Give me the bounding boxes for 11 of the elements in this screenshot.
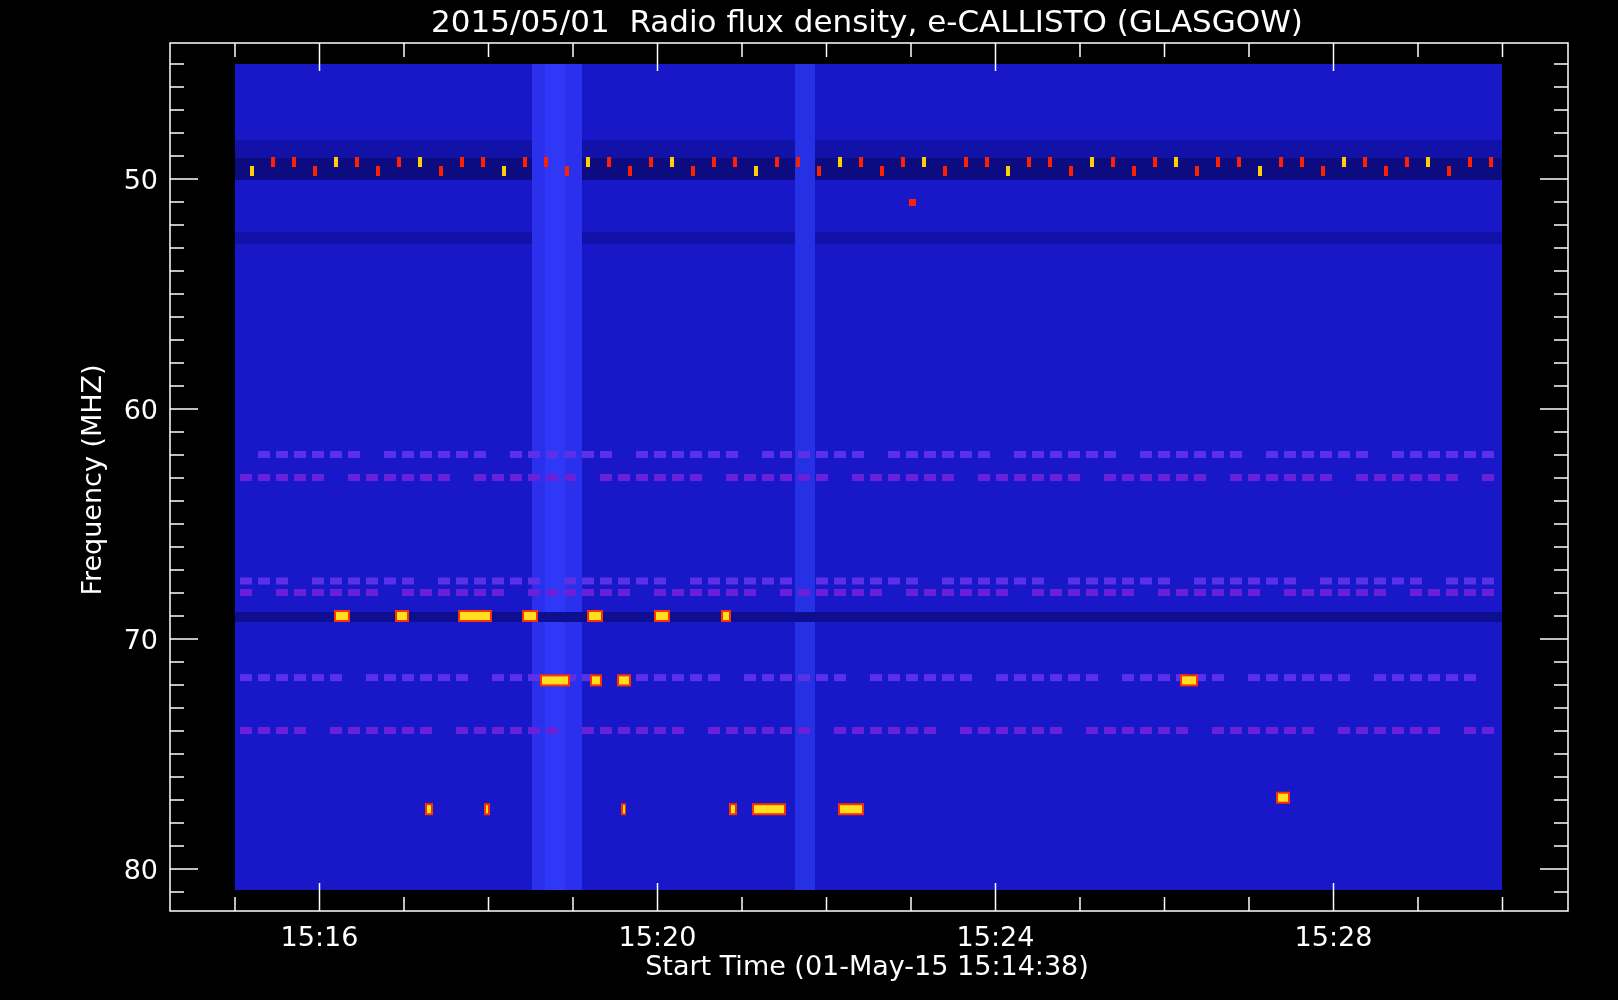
tick-label: 50	[123, 164, 158, 195]
axis-title: Start Time (01-May-15 15:14:38)	[645, 950, 1089, 981]
tick-label: 60	[123, 394, 158, 425]
tick-label: 15:24	[956, 921, 1035, 952]
tick-label: 15:28	[1294, 921, 1373, 952]
tick-label: 70	[123, 624, 158, 655]
tick-label: 15:20	[618, 921, 697, 952]
chart-title: 2015/05/01 Radio flux density, e-CALLISTO (GLASGOW)	[431, 3, 1303, 39]
tick-label: 15:16	[280, 921, 359, 952]
tick-label: 80	[123, 854, 158, 885]
axis-title: Frequency (MHZ)	[76, 364, 107, 596]
